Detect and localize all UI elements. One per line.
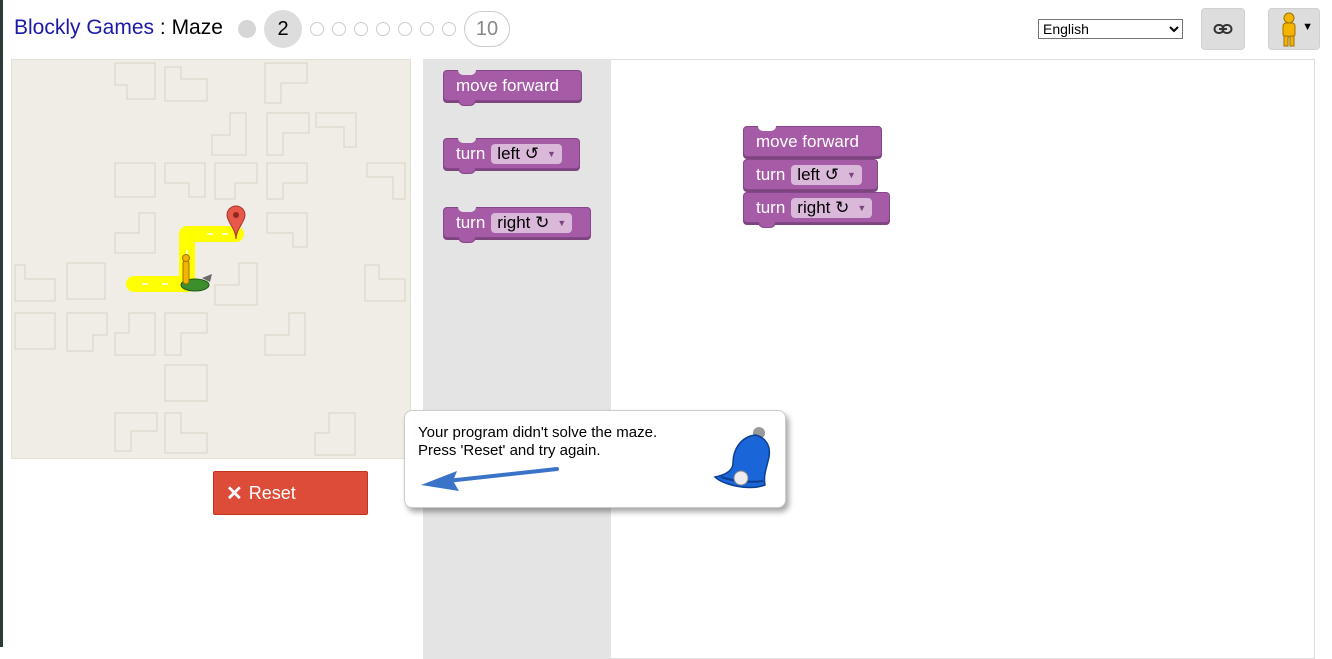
level-5-dot[interactable] — [354, 22, 368, 36]
level-6-dot[interactable] — [376, 22, 390, 36]
bell-icon — [713, 427, 771, 489]
block-label: move forward — [756, 131, 859, 151]
level-7-dot[interactable] — [398, 22, 412, 36]
level-selector: 2 10 — [236, 10, 510, 48]
link-icon — [1213, 24, 1233, 34]
level-3-dot[interactable] — [310, 22, 324, 36]
workspace-block-turn-left[interactable]: turn left ↺ ▼ — [743, 159, 878, 190]
hint-dialog[interactable]: Your program didn't solve the maze. Pres… — [404, 410, 786, 508]
dropdown-arrow-icon: ▼ — [546, 148, 556, 159]
language-select[interactable]: English — [1038, 19, 1183, 39]
block-label: turn — [756, 164, 786, 184]
toolbox-block-turn-right[interactable]: turn right ↻ ▼ — [443, 207, 591, 243]
maze-board — [11, 59, 411, 459]
turn-direction-dropdown[interactable]: right ↻ ▼ — [791, 197, 873, 218]
current-level[interactable]: 2 — [264, 10, 302, 48]
dropdown-value: right ↻ — [797, 197, 850, 217]
page-title: Blockly Games : Maze — [14, 16, 223, 40]
dropdown-value: left ↺ — [497, 143, 539, 163]
block-label: turn — [456, 143, 486, 163]
toolbox-block-turn-left[interactable]: turn left ↺ ▼ — [443, 138, 580, 174]
hint-line-2: Press 'Reset' and try again. — [418, 442, 601, 459]
title-separator: : — [154, 16, 172, 39]
turn-direction-dropdown[interactable]: right ↻ ▼ — [491, 212, 573, 233]
maze-svg — [14, 62, 406, 456]
dropdown-arrow-icon: ▼ — [846, 169, 856, 180]
chevron-down-icon: ▼ — [1302, 21, 1313, 33]
dropdown-arrow-icon: ▼ — [557, 217, 567, 228]
window-edge — [0, 0, 3, 647]
toolbox-flyout: move forward turn left ↺ ▼ turn right ↻ ▼ — [423, 59, 611, 659]
reset-button[interactable]: ✕ Reset — [213, 471, 368, 515]
level-8-dot[interactable] — [420, 22, 434, 36]
link-button[interactable] — [1201, 8, 1245, 50]
workspace-block-turn-right[interactable]: turn right ↻ ▼ — [743, 192, 890, 228]
workspace-block-move-forward[interactable]: move forward — [743, 126, 882, 157]
level-4-dot[interactable] — [332, 22, 346, 36]
app-title-link[interactable]: Blockly Games — [14, 16, 154, 39]
block-label: turn — [756, 197, 786, 217]
pegman-icon — [1282, 12, 1296, 47]
turn-direction-dropdown[interactable]: left ↺ ▼ — [491, 143, 562, 164]
dropdown-arrow-icon: ▼ — [857, 202, 867, 213]
level-1-dot[interactable] — [238, 20, 256, 38]
level-9-dot[interactable] — [442, 22, 456, 36]
arrow-left-icon — [421, 467, 559, 491]
block-label: turn — [456, 212, 486, 232]
game-title: Maze — [171, 16, 223, 39]
hint-message: Your program didn't solve the maze. Pres… — [418, 424, 657, 460]
dropdown-value: right ↻ — [497, 212, 550, 232]
close-x-icon: ✕ — [226, 482, 243, 505]
header: Blockly Games : Maze 2 10 English ▼ — [0, 0, 1332, 58]
toolbox-block-move-forward[interactable]: move forward — [443, 70, 582, 106]
dropdown-value: left ↺ — [797, 164, 839, 184]
reset-label: Reset — [248, 482, 296, 503]
pegman-character-icon — [180, 254, 212, 292]
last-level[interactable]: 10 — [464, 11, 510, 47]
turn-direction-dropdown[interactable]: left ↺ ▼ — [791, 164, 862, 185]
block-label: move forward — [456, 75, 559, 95]
hint-line-1: Your program didn't solve the maze. — [418, 424, 658, 441]
pegman-button[interactable]: ▼ — [1268, 8, 1320, 50]
